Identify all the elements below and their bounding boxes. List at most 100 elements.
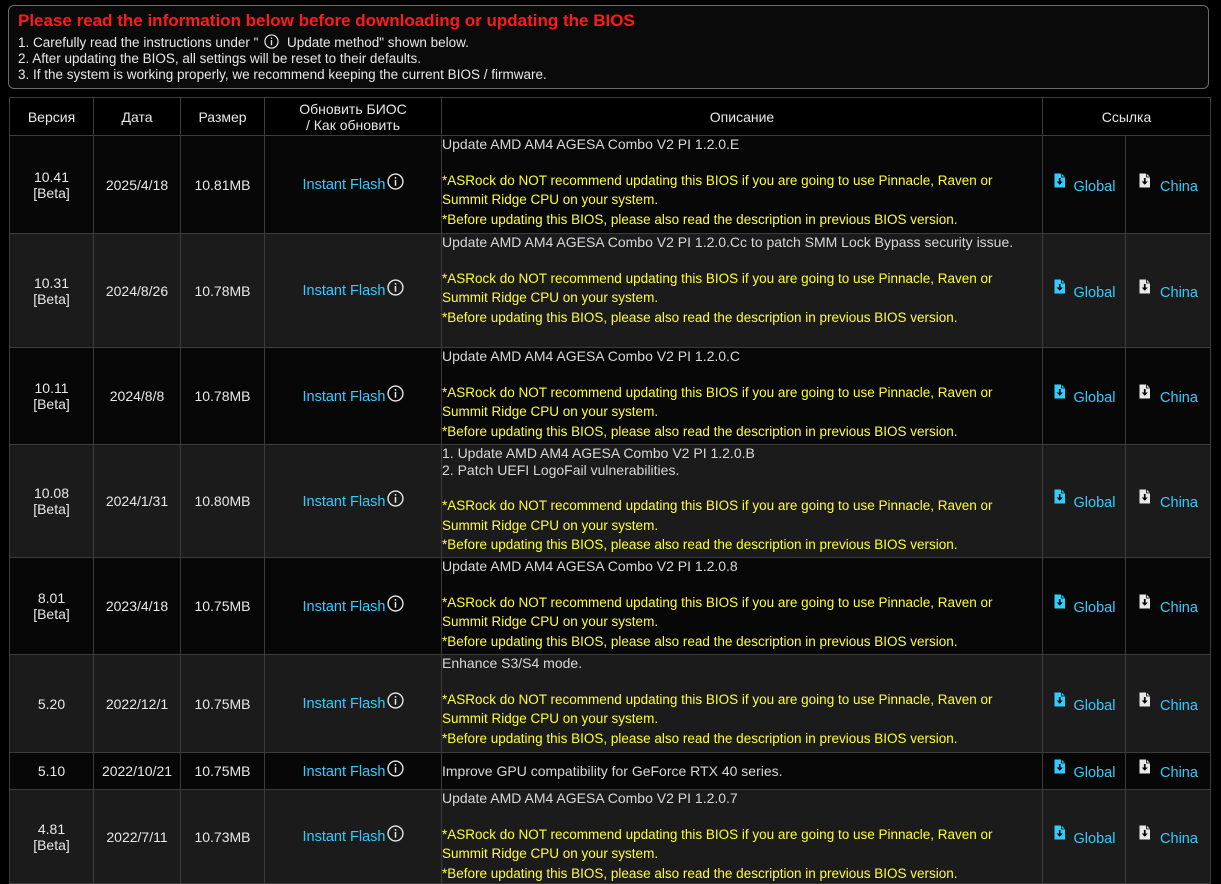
instant-flash-label[interactable]: Instant Flash: [302, 283, 385, 299]
global-download-link[interactable]: Global: [1053, 279, 1116, 301]
china-label[interactable]: China: [1160, 285, 1198, 301]
table-row: 10.31 [Beta] 2024/8/26 10.78MB Instant Flash…: [9, 233, 1211, 348]
global-label[interactable]: Global: [1074, 495, 1116, 511]
instant-flash-label[interactable]: Instant Flash: [302, 389, 385, 405]
version-number: 10.31: [33, 274, 70, 291]
global-link-cell: Global: [1042, 135, 1126, 234]
version-cell: 5.10: [9, 752, 94, 790]
info-circle-icon: [264, 34, 279, 49]
instant-flash-label[interactable]: Instant Flash: [302, 696, 385, 712]
global-download-link[interactable]: Global: [1053, 692, 1116, 714]
china-link-cell: China: [1125, 444, 1211, 558]
table-row: 10.08 [Beta] 2024/1/31 10.80MB Instant Flash…: [9, 444, 1211, 558]
instant-flash-link[interactable]: Instant Flash: [302, 279, 404, 299]
info-circle-icon[interactable]: [386, 384, 404, 402]
info-circle-icon[interactable]: [386, 279, 404, 296]
info-circle-icon[interactable]: [386, 692, 404, 709]
china-download-link[interactable]: China: [1138, 594, 1198, 616]
global-download-link[interactable]: Global: [1053, 384, 1116, 406]
info-circle-icon[interactable]: [386, 594, 404, 612]
global-download-link[interactable]: Global: [1053, 489, 1116, 511]
instant-flash-label[interactable]: Instant Flash: [302, 829, 385, 845]
china-label[interactable]: China: [1160, 390, 1198, 406]
description-cell: Update AMD AM4 AGESA Combo V2 PI 1.2.0.C…: [441, 233, 1043, 348]
instant-flash-label[interactable]: Instant Flash: [302, 764, 385, 780]
info-circle-icon[interactable]: [386, 173, 404, 190]
china-download-link[interactable]: China: [1138, 279, 1198, 301]
version-cell: 8.01 [Beta]: [9, 557, 94, 655]
china-link-cell: China: [1125, 654, 1211, 753]
global-link-cell: Global: [1042, 557, 1126, 655]
update-cell: Instant Flash: [264, 444, 442, 558]
instant-flash-link[interactable]: Instant Flash: [302, 692, 404, 712]
china-label[interactable]: China: [1160, 831, 1198, 847]
global-download-link[interactable]: Global: [1053, 594, 1116, 616]
description-text: 2. Patch UEFI LogoFail vulnerabilities.: [442, 461, 680, 478]
bios-notice-box: Please read the information below before…: [8, 5, 1209, 89]
instant-flash-link[interactable]: Instant Flash: [302, 173, 404, 193]
china-download-link[interactable]: China: [1138, 692, 1198, 714]
instant-flash-link[interactable]: Instant Flash: [302, 489, 404, 510]
warning-read-text: *Before updating this BIOS, please also …: [442, 309, 958, 325]
china-download-link[interactable]: China: [1138, 825, 1198, 847]
instant-flash-label[interactable]: Instant Flash: [302, 494, 385, 510]
global-label[interactable]: Global: [1074, 765, 1116, 781]
update-cell: Instant Flash: [264, 135, 442, 234]
instant-flash-link[interactable]: Instant Flash: [302, 594, 404, 615]
version-cell: 10.41 [Beta]: [9, 135, 94, 234]
info-circle-icon[interactable]: [386, 825, 404, 842]
bios-table-body: 10.41 [Beta] 2025/4/18 10.81MB Instant Flash…: [9, 135, 1211, 884]
china-link-cell: China: [1125, 135, 1211, 234]
date-cell: 2024/1/31: [93, 444, 181, 558]
version-number: 10.11: [34, 380, 69, 396]
version-number: 10.08: [33, 485, 70, 501]
china-download-link[interactable]: China: [1138, 173, 1198, 195]
instant-flash-link[interactable]: Instant Flash: [302, 384, 404, 405]
global-label[interactable]: Global: [1074, 831, 1116, 847]
warning-read-text: *Before updating this BIOS, please also …: [442, 211, 958, 227]
china-label[interactable]: China: [1160, 765, 1198, 781]
global-label[interactable]: Global: [1074, 600, 1116, 616]
china-download-link[interactable]: China: [1138, 489, 1198, 511]
file-download-icon: [1139, 384, 1151, 399]
table-row: 10.11 [Beta] 2024/8/8 10.78MB Instant Flash U…: [9, 347, 1211, 445]
size-cell: 10.75MB: [180, 752, 265, 790]
size-cell: 10.78MB: [180, 347, 265, 445]
warning-read-text: *Before updating this BIOS, please also …: [442, 730, 958, 746]
global-download-link[interactable]: Global: [1053, 759, 1116, 781]
global-link-cell: Global: [1042, 444, 1126, 558]
china-label[interactable]: China: [1160, 179, 1198, 195]
warning-read-text: *Before updating this BIOS, please also …: [442, 633, 958, 649]
header-update-line1: Обновить БИОС: [299, 100, 407, 117]
file-download-icon: [1054, 759, 1065, 774]
description-text: Update AMD AM4 AGESA Combo V2 PI 1.2.0.8: [442, 558, 738, 574]
instant-flash-label[interactable]: Instant Flash: [302, 599, 385, 615]
china-label[interactable]: China: [1160, 600, 1198, 616]
china-label[interactable]: China: [1160, 698, 1198, 714]
china-label[interactable]: China: [1160, 495, 1198, 511]
instant-flash-label[interactable]: Instant Flash: [302, 177, 385, 193]
global-link-cell: Global: [1042, 233, 1126, 348]
header-description: Описание: [441, 97, 1043, 136]
global-label[interactable]: Global: [1074, 698, 1116, 714]
description-cell: 1. Update AMD AM4 AGESA Combo V2 PI 1.2.…: [441, 444, 1043, 558]
size-cell: 10.81MB: [180, 135, 265, 234]
global-link-cell: Global: [1042, 347, 1126, 445]
info-circle-icon[interactable]: [386, 489, 404, 507]
beta-tag: [Beta]: [33, 184, 70, 201]
description-text: 1. Update AMD AM4 AGESA Combo V2 PI 1.2.…: [442, 445, 755, 461]
global-label[interactable]: Global: [1074, 179, 1116, 195]
instant-flash-link[interactable]: Instant Flash: [302, 825, 404, 845]
beta-tag: [Beta]: [33, 501, 70, 517]
global-download-link[interactable]: Global: [1053, 173, 1116, 195]
info-circle-icon[interactable]: [386, 759, 404, 777]
china-download-link[interactable]: China: [1138, 384, 1198, 406]
global-download-link[interactable]: Global: [1053, 825, 1116, 847]
global-label[interactable]: Global: [1074, 390, 1116, 406]
description-cell: Update AMD AM4 AGESA Combo V2 PI 1.2.0.7…: [441, 789, 1043, 884]
global-label[interactable]: Global: [1074, 285, 1116, 301]
instant-flash-link[interactable]: Instant Flash: [302, 759, 404, 780]
warning-cpu-text: *ASRock do NOT recommend updating this B…: [442, 498, 993, 533]
china-download-link[interactable]: China: [1138, 759, 1198, 781]
beta-tag: [Beta]: [33, 606, 70, 622]
